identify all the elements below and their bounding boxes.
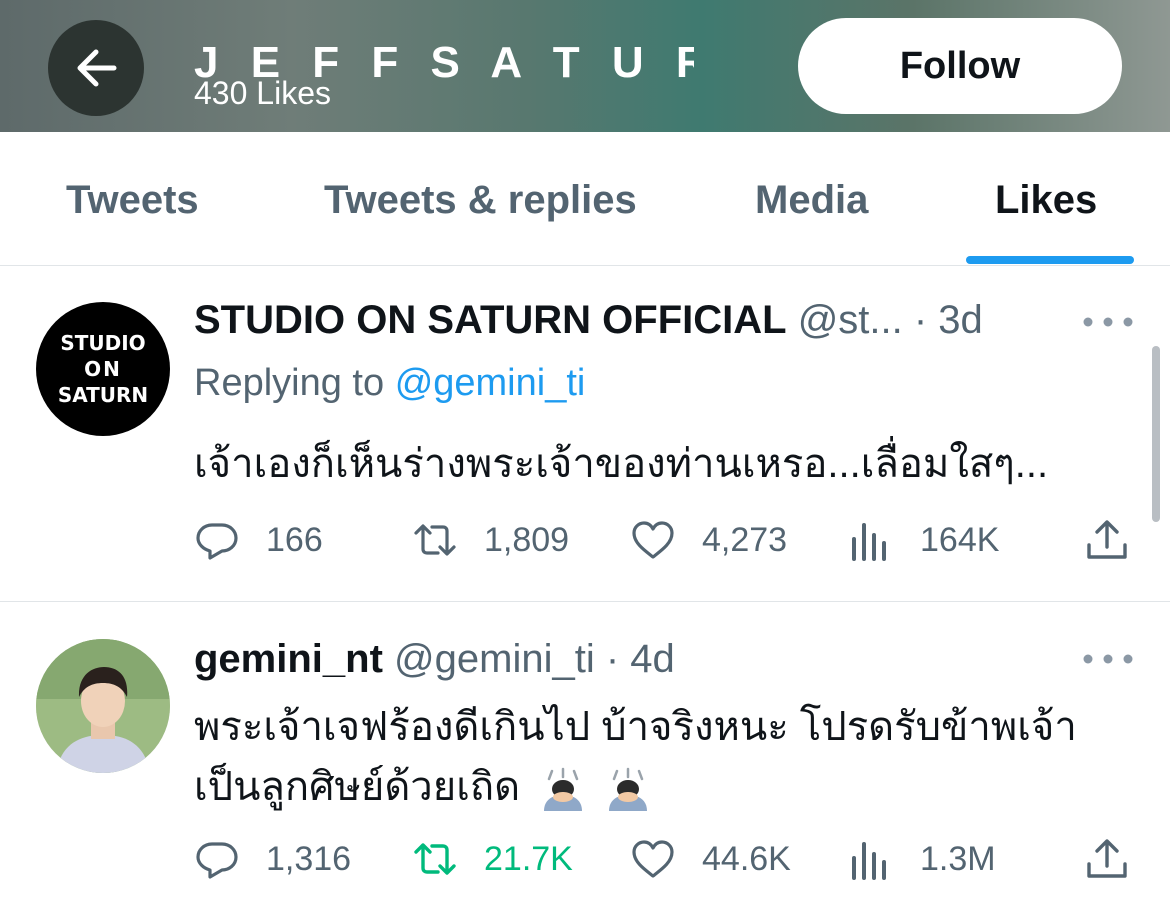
views-action[interactable]: 1.3M <box>848 835 996 883</box>
tweet[interactable]: STUDIO ON SATURN STUDIO ON SATURN OFFICI… <box>0 266 1170 602</box>
tweet-author: gemini_nt @gemini_ti · 4d <box>194 637 675 682</box>
more-options-icon[interactable] <box>1082 653 1134 665</box>
active-tab-indicator <box>966 256 1134 264</box>
follow-button[interactable]: Follow <box>798 18 1122 114</box>
tab-tweets[interactable]: Tweets <box>66 178 199 223</box>
tweet-actions: 166 1,809 4,273 164K <box>194 516 1134 564</box>
share-icon <box>1087 520 1127 559</box>
user-handle[interactable]: @st... <box>798 298 903 342</box>
retweet-action[interactable]: 21.7K <box>412 835 573 883</box>
avatar-logo-line: ON <box>84 357 122 381</box>
avatar-logo-line: STUDIO <box>60 331 146 355</box>
display-name[interactable]: STUDIO ON SATURN OFFICIAL <box>194 298 787 342</box>
tweet-text-line: พระเจ้าเจฟร้องดีเกินไป บ้าจริงหนะ โปรดรั… <box>194 705 1077 749</box>
heart-icon <box>632 521 674 559</box>
avatar[interactable]: STUDIO ON SATURN <box>36 302 170 436</box>
tweet-text: เจ้าเองก็เห็นร่างพระเจ้าของท่านเหรอ...เล… <box>194 434 1048 494</box>
like-action[interactable]: 44.6K <box>630 835 791 883</box>
scrollbar[interactable] <box>1152 346 1160 522</box>
share-action[interactable] <box>1084 835 1130 883</box>
tweet-text-line: เจ้าเองก็เห็นร่างพระเจ้าของท่านเหรอ...เล… <box>194 442 1049 486</box>
tweet-time[interactable]: · 4d <box>606 637 675 681</box>
tab-tweets-replies[interactable]: Tweets & replies <box>324 178 637 223</box>
heart-icon <box>632 840 674 878</box>
tweet-author: STUDIO ON SATURN OFFICIAL @st... · 3d <box>194 298 983 343</box>
mention-link[interactable]: @gemini_ti <box>395 362 586 404</box>
tab-likes[interactable]: Likes <box>995 178 1097 223</box>
tweet-time[interactable]: · 3d <box>914 298 983 342</box>
retweet-icon <box>414 843 456 875</box>
replying-to-label: Replying to <box>194 362 385 404</box>
retweet-icon <box>414 524 456 556</box>
display-name[interactable]: gemini_nt <box>194 637 383 681</box>
like-count: 44.6K <box>702 839 791 878</box>
user-handle[interactable]: @gemini_ti <box>394 637 595 681</box>
views-count: 1.3M <box>920 839 996 878</box>
avatar-logo-line: SATURN <box>57 383 149 407</box>
retweet-count: 21.7K <box>484 839 573 878</box>
likes-count: 430 Likes <box>194 75 331 111</box>
arrow-left-icon <box>77 49 117 87</box>
retweet-action[interactable]: 1,809 <box>412 516 569 564</box>
views-action[interactable]: 164K <box>848 516 999 564</box>
profile-tabs: Tweets Tweets & replies Media Likes <box>0 132 1170 266</box>
tweet-text: พระเจ้าเจฟร้องดีเกินไป บ้าจริงหนะ โปรดรั… <box>194 697 1077 817</box>
more-options-icon[interactable] <box>1082 316 1134 328</box>
reply-icon <box>196 523 238 560</box>
avatar[interactable] <box>36 639 170 773</box>
tweet[interactable]: gemini_nt @gemini_ti · 4d พระเจ้าเจฟร้อง… <box>0 603 1170 913</box>
reply-action[interactable]: 166 <box>194 516 323 564</box>
replying-to: Replying to @gemini_ti <box>194 362 585 405</box>
retweet-count: 1,809 <box>484 520 570 559</box>
views-count: 164K <box>920 520 1000 559</box>
views-icon <box>852 523 886 561</box>
share-action[interactable] <box>1084 516 1130 564</box>
like-count: 4,273 <box>702 520 788 559</box>
reply-action[interactable]: 1,316 <box>194 835 351 883</box>
reply-count: 166 <box>266 520 323 559</box>
reply-count: 1,316 <box>266 839 352 878</box>
profile-header: J E F F S A T U R (罗... 430 Likes Follow <box>0 0 1170 132</box>
person-bowing-emoji <box>544 768 583 812</box>
like-action[interactable]: 4,273 <box>630 516 787 564</box>
avatar-photo <box>36 639 170 773</box>
tweet-actions: 1,316 21.7K 44.6K 1.3M <box>194 835 1134 883</box>
views-icon <box>852 842 886 880</box>
reply-icon <box>196 842 238 879</box>
tab-media[interactable]: Media <box>755 178 868 223</box>
tweet-text-line: เป็นลูกศิษย์ด้วยเถิด <box>194 765 521 809</box>
back-button[interactable] <box>48 20 144 116</box>
share-icon <box>1087 839 1127 878</box>
person-bowing-emoji <box>609 768 648 812</box>
tweet-text-line-with-emoji: เป็นลูกศิษย์ด้วยเถิด <box>194 757 1077 817</box>
